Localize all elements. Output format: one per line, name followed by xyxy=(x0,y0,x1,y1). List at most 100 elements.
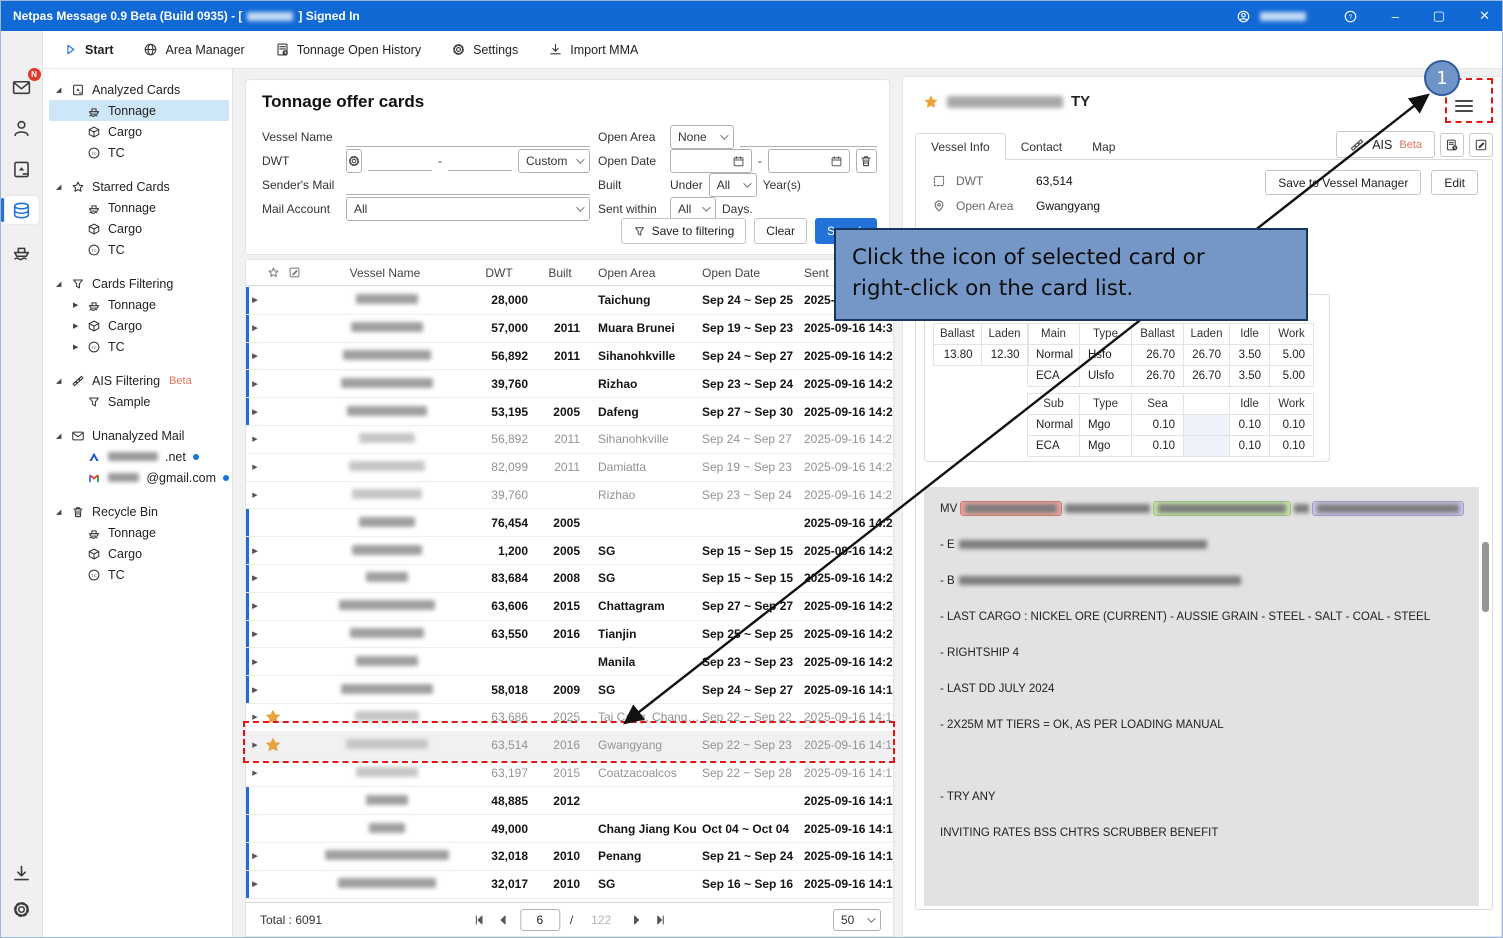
save-to-filtering-button[interactable]: Save to filtering xyxy=(621,218,747,244)
rail-item-vessels[interactable] xyxy=(5,237,39,265)
account-menu[interactable] xyxy=(1236,9,1309,24)
expand-arrow-icon[interactable]: ▶ xyxy=(246,463,264,471)
sidebar-item-tonnage[interactable]: Tonnage xyxy=(49,522,229,543)
sidebar-item-cargo[interactable]: Cargo xyxy=(49,218,229,239)
table-row[interactable]: ▶63,5502016TianjinSep 25 ~ Sep 252025-09… xyxy=(246,621,893,649)
dwt-max-input[interactable] xyxy=(448,151,512,171)
rail-item-mail[interactable]: N xyxy=(5,73,39,101)
card-menu-button[interactable] xyxy=(1453,97,1475,115)
dwt-preset-select[interactable]: Custom xyxy=(518,149,590,173)
built-select[interactable]: All xyxy=(709,173,757,197)
sidebar-group-header-analyzed-cards[interactable]: ◢Analyzed Cards xyxy=(43,79,232,100)
sidebar-group-header-starred-cards[interactable]: ◢Starred Cards xyxy=(43,176,232,197)
column-header-vessel-name[interactable]: Vessel Name xyxy=(306,266,464,280)
expand-arrow-icon[interactable]: ▶ xyxy=(246,630,264,638)
star-icon[interactable] xyxy=(264,736,282,754)
table-row[interactable]: ▶63,5142016GwangyangSep 22 ~ Sep 232025-… xyxy=(246,732,893,760)
sidebar-item-sample[interactable]: Sample xyxy=(49,391,229,412)
table-row[interactable]: ▶57,0002011Muara BruneiSep 19 ~ Sep 2320… xyxy=(246,315,893,343)
sidebar-item-tc[interactable]: TCTC xyxy=(49,142,229,163)
sidebar-item-gmail-com[interactable]: @gmail.com xyxy=(49,467,229,488)
open-area-input[interactable] xyxy=(740,127,877,147)
table-row[interactable]: ▶56,8922011SihanohkvilleSep 24 ~ Sep 272… xyxy=(246,343,893,371)
toolbar-import-mma[interactable]: Import MMA xyxy=(548,42,638,57)
senders-mail-input[interactable] xyxy=(346,175,590,195)
sidebar-item-tc[interactable]: TCTC xyxy=(49,564,229,585)
maximize-button[interactable]: ▢ xyxy=(1433,8,1445,24)
edit-button[interactable]: Edit xyxy=(1431,170,1478,195)
table-row[interactable]: ▶82,0992011DamiattaSep 19 ~ Sep 232025-0… xyxy=(246,454,893,482)
dwt-min-input[interactable] xyxy=(368,151,432,171)
tonnage-history-button[interactable] xyxy=(1440,133,1464,157)
note-column-header[interactable] xyxy=(282,266,306,279)
save-to-vessel-manager-button[interactable]: Save to Vessel Manager xyxy=(1265,170,1421,195)
column-header-dwt[interactable]: DWT xyxy=(464,266,534,280)
expand-arrow-icon[interactable]: ▶ xyxy=(246,769,264,777)
sidebar-group-header-recycle-bin[interactable]: ◢Recycle Bin xyxy=(43,501,232,522)
toolbar-area-manager[interactable]: Area Manager xyxy=(143,42,244,57)
rail-item-contacts[interactable] xyxy=(5,114,39,142)
expand-arrow-icon[interactable]: ▶ xyxy=(246,435,264,443)
table-row[interactable]: ▶63,1972015CoatzacoalcosSep 22 ~ Sep 282… xyxy=(246,760,893,788)
expand-arrow-icon[interactable]: ▶ xyxy=(246,491,264,499)
sidebar-item-tc[interactable]: ▶TCTC xyxy=(49,336,229,357)
rail-item-cards[interactable] xyxy=(5,196,39,224)
sidebar-item-tonnage[interactable]: ▶Tonnage xyxy=(49,294,229,315)
expand-arrow-icon[interactable]: ▶ xyxy=(246,686,264,694)
expand-arrow-icon[interactable]: ▶ xyxy=(246,713,264,721)
minimize-button[interactable]: – xyxy=(1392,9,1399,24)
column-header-open-date[interactable]: Open Date xyxy=(702,266,802,280)
table-row[interactable]: ▶28,000TaichungSep 24 ~ Sep 252025-09-16… xyxy=(246,287,893,315)
sidebar-item-cargo[interactable]: Cargo xyxy=(49,121,229,142)
table-row[interactable]: ▶63,6862025Tai Cang, Chang Jia...Sep 22 … xyxy=(246,704,893,732)
expand-arrow-icon[interactable]: ▶ xyxy=(246,296,264,304)
expand-arrow-icon[interactable]: ▶ xyxy=(73,343,80,351)
prev-page-icon[interactable] xyxy=(496,913,510,927)
expand-arrow-icon[interactable]: ▶ xyxy=(246,880,264,888)
table-row[interactable]: ▶39,760RizhaoSep 23 ~ Sep 242025-09-16 1… xyxy=(246,370,893,398)
next-page-icon[interactable] xyxy=(629,913,643,927)
tab-contact[interactable]: Contact xyxy=(1006,133,1077,160)
expand-arrow-icon[interactable]: ▶ xyxy=(246,352,264,360)
column-header-built[interactable]: Built xyxy=(534,266,586,280)
mail-account-select[interactable]: All xyxy=(346,197,590,221)
expand-arrow-icon[interactable]: ▶ xyxy=(73,322,80,330)
clear-dates-button[interactable] xyxy=(856,149,877,173)
page-size-select[interactable]: 50 xyxy=(833,909,881,931)
last-page-icon[interactable] xyxy=(653,913,667,927)
rail-item-analyzed-mail[interactable] xyxy=(5,155,39,183)
sidebar-item-cargo[interactable]: ▶Cargo xyxy=(49,315,229,336)
ais-button[interactable]: AISBeta xyxy=(1336,131,1435,158)
open-date-to-input[interactable] xyxy=(768,149,850,173)
page-number-input[interactable] xyxy=(520,909,560,931)
expand-arrow-icon[interactable]: ▶ xyxy=(246,324,264,332)
sidebar-group-header-unanalyzed-mail[interactable]: ◢Unanalyzed Mail xyxy=(43,425,232,446)
expand-arrow-icon[interactable]: ▶ xyxy=(246,602,264,610)
table-row[interactable]: ▶32,0182010PenangSep 21 ~ Sep 242025-09-… xyxy=(246,843,893,871)
toolbar-settings[interactable]: Settings xyxy=(451,42,518,57)
expand-arrow-icon[interactable]: ▶ xyxy=(246,741,264,749)
table-row[interactable]: ▶ManilaSep 23 ~ Sep 232025-09-16 14:20 xyxy=(246,648,893,676)
first-page-icon[interactable] xyxy=(472,913,486,927)
collapse-arrow-icon[interactable]: ◢ xyxy=(56,280,64,288)
tab-vessel-info[interactable]: Vessel Info xyxy=(915,133,1006,160)
table-row[interactable]: 76,45420052025-09-16 14:21 xyxy=(246,509,893,537)
sidebar-item-tc[interactable]: TCTC xyxy=(49,239,229,260)
sidebar-item-cargo[interactable]: Cargo xyxy=(49,543,229,564)
sidebar-item-net[interactable]: .net xyxy=(49,446,229,467)
table-row[interactable]: ▶1,2002005SGSep 15 ~ Sep 152025-09-16 14… xyxy=(246,537,893,565)
table-row[interactable]: ▶53,1952005DafengSep 27 ~ Sep 302025-09-… xyxy=(246,398,893,426)
column-header-open-area[interactable]: Open Area xyxy=(586,266,702,280)
table-row[interactable]: ▶83,6842008SGSep 15 ~ Sep 152025-09-16 1… xyxy=(246,565,893,593)
star-filled-icon[interactable] xyxy=(923,94,939,110)
tab-map[interactable]: Map xyxy=(1077,133,1130,160)
collapse-arrow-icon[interactable]: ◢ xyxy=(56,508,64,516)
expand-arrow-icon[interactable]: ▶ xyxy=(246,574,264,582)
collapse-arrow-icon[interactable]: ◢ xyxy=(56,86,64,94)
star-icon[interactable] xyxy=(264,708,282,726)
rail-item-settings[interactable] xyxy=(5,897,39,921)
close-button[interactable]: ✕ xyxy=(1479,8,1490,24)
star-column-header[interactable] xyxy=(264,266,282,279)
clear-button[interactable]: Clear xyxy=(754,218,807,244)
open-area-select[interactable]: None xyxy=(670,125,734,149)
